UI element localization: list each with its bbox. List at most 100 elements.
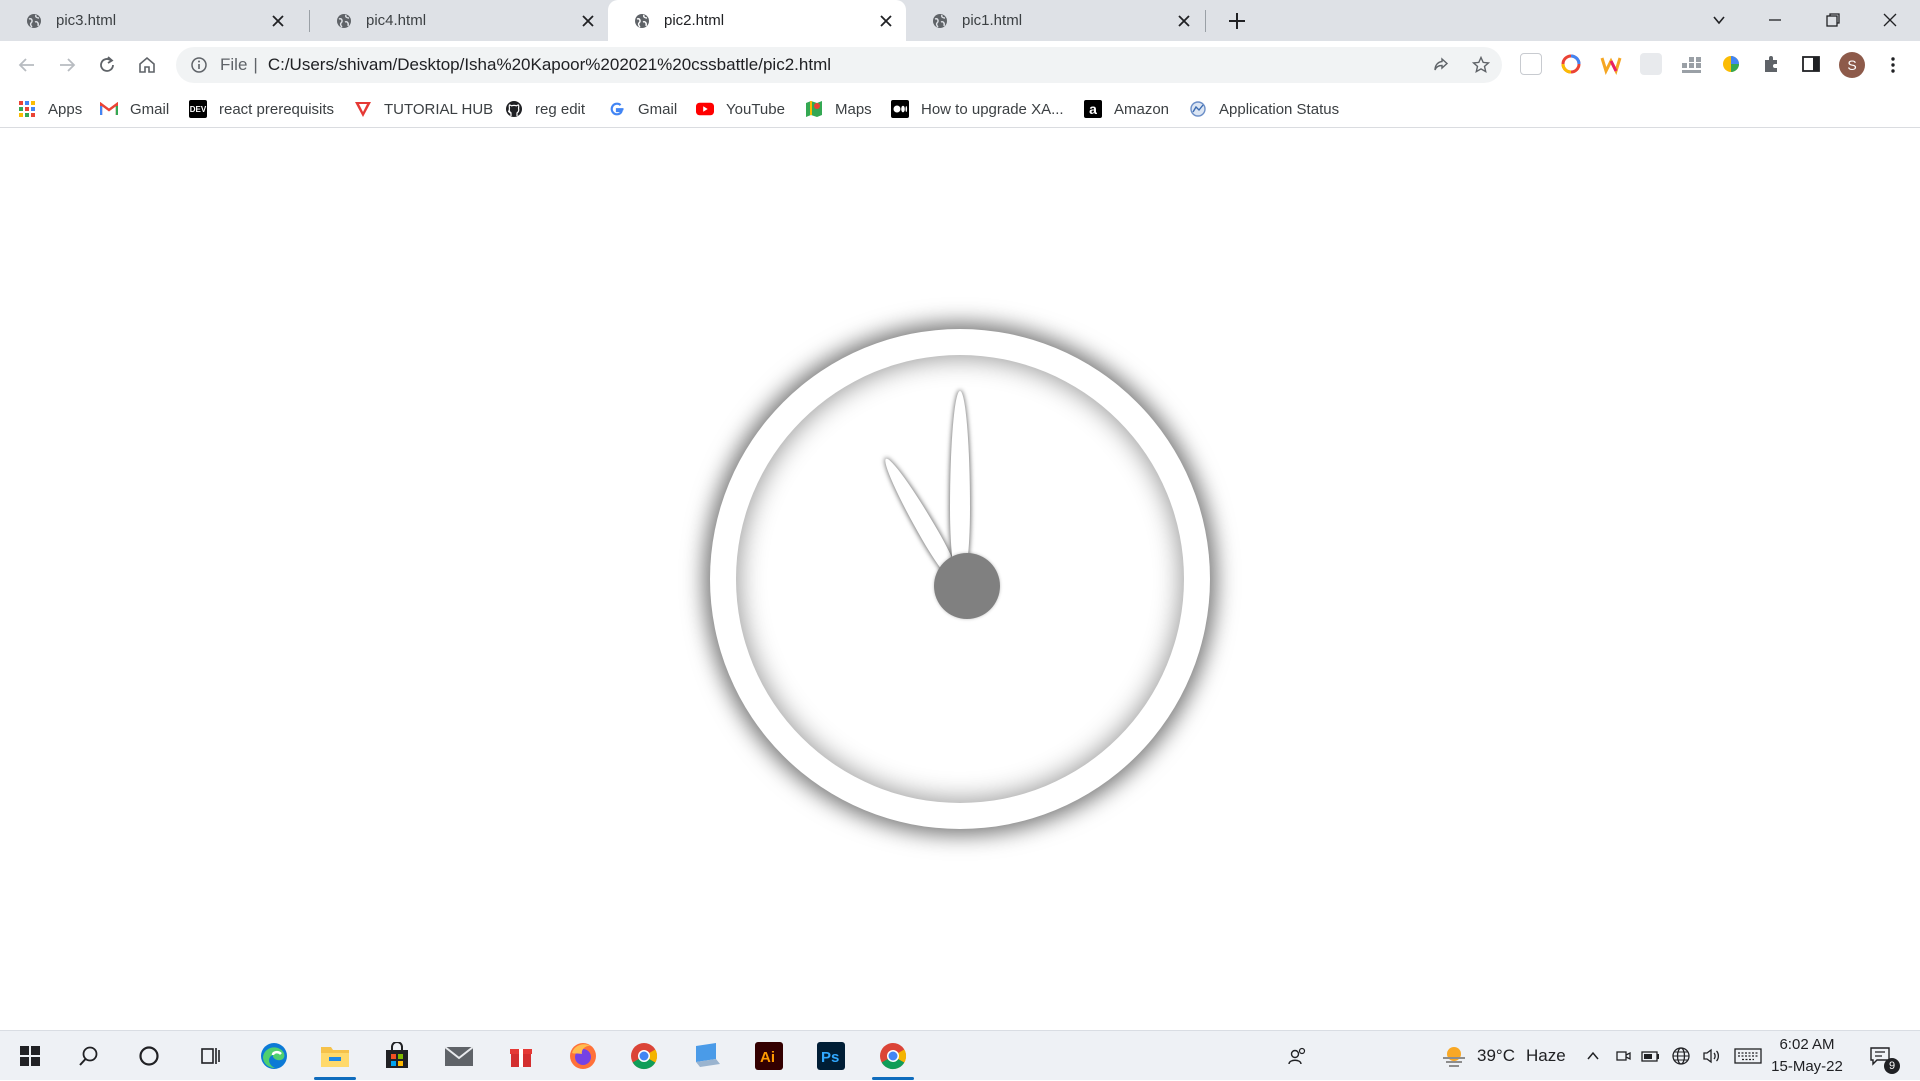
mail-icon[interactable]	[434, 1031, 484, 1081]
task-view-icon[interactable]	[185, 1031, 235, 1081]
network-globe-icon[interactable]	[1669, 1044, 1693, 1068]
search-icon[interactable]	[64, 1031, 114, 1081]
adobe-illustrator-icon[interactable]: Ai	[744, 1031, 794, 1081]
notification-count-badge: 9	[1884, 1058, 1900, 1074]
svg-text:Ai: Ai	[760, 1049, 775, 1066]
share-icon[interactable]	[1428, 52, 1454, 78]
weather-temperature[interactable]: 39°C	[1477, 1046, 1515, 1066]
bookmark-how-to-upgrade[interactable]: How to upgrade XA...	[891, 98, 1064, 120]
github-icon	[505, 100, 523, 118]
new-tab-plus-icon[interactable]	[1224, 8, 1250, 34]
people-icon[interactable]	[1286, 1044, 1310, 1068]
bookmark-react-prerequisits[interactable]: DEV react prerequisits	[189, 98, 334, 120]
tab-title: pic1.html	[962, 12, 1023, 29]
bookmark-application-status[interactable]: Application Status	[1189, 98, 1339, 120]
globe-icon	[27, 13, 41, 28]
bookmark-amazon[interactable]: a Amazon	[1084, 98, 1169, 120]
file-explorer-icon[interactable]	[310, 1031, 360, 1081]
weather-haze-icon[interactable]	[1440, 1044, 1468, 1068]
edge-browser-icon[interactable]	[249, 1031, 299, 1081]
side-panel-icon[interactable]	[1800, 53, 1822, 75]
tab-strip: pic3.html pic4.html pic2.html pic1.html	[0, 0, 1920, 41]
windows-start-icon[interactable]	[5, 1031, 55, 1081]
info-icon[interactable]	[190, 56, 208, 74]
globe-icon	[337, 13, 351, 28]
microsoft-store-icon[interactable]	[372, 1031, 422, 1081]
bookmark-apps[interactable]: Apps	[18, 98, 82, 120]
globe-icon	[933, 13, 947, 28]
bookmark-gmail[interactable]: Gmail	[100, 98, 169, 120]
meet-now-icon[interactable]	[1611, 1044, 1635, 1068]
extension-blank-icon[interactable]	[1640, 53, 1662, 75]
google-icon	[608, 100, 626, 118]
bookmark-youtube[interactable]: YouTube	[696, 98, 785, 120]
taskbar-date[interactable]: 15-May-22	[1770, 1058, 1844, 1075]
minimize-icon[interactable]	[1755, 4, 1795, 36]
more-vertical-icon[interactable]	[1880, 52, 1906, 78]
tab-pic4[interactable]: pic4.html	[310, 0, 608, 41]
clock-center-hub	[934, 553, 1000, 619]
close-icon[interactable]	[580, 13, 596, 29]
close-icon[interactable]	[878, 13, 894, 29]
chevron-up-icon[interactable]	[1581, 1044, 1605, 1068]
apps-grid-icon	[18, 100, 36, 118]
tab-pic3[interactable]: pic3.html	[0, 0, 298, 41]
bookmark-tutorial-hub[interactable]: TUTORIAL HUB	[354, 98, 493, 120]
bookmark-maps[interactable]: Maps	[805, 98, 872, 120]
amazon-icon: a	[1084, 100, 1102, 118]
tab-pic1[interactable]: pic1.html	[906, 0, 1204, 41]
tutorial-hub-icon	[354, 100, 372, 118]
close-window-icon[interactable]	[1870, 4, 1910, 36]
forward-arrow-icon[interactable]	[54, 52, 80, 78]
application-status-icon	[1189, 100, 1207, 118]
browser-toolbar: File | C:/Users/shivam/Desktop/Isha%20Ka…	[0, 41, 1920, 89]
remote-desktop-icon[interactable]	[682, 1031, 732, 1081]
back-arrow-icon[interactable]	[14, 52, 40, 78]
bookmarks-bar: Apps Gmail DEV react prerequisits TUTORI…	[0, 89, 1920, 128]
svg-text:Ps: Ps	[821, 1049, 839, 1066]
extension-w-icon[interactable]	[1600, 53, 1622, 76]
clock-face-outer-ring	[710, 329, 1210, 829]
tab-title: pic4.html	[366, 12, 427, 29]
url-text[interactable]: C:/Users/shivam/Desktop/Isha%20Kapoor%20…	[268, 55, 831, 75]
chrome-running-icon[interactable]	[868, 1031, 918, 1081]
extension-pocket-icon[interactable]	[1520, 53, 1542, 75]
bookmark-star-icon[interactable]	[1468, 52, 1494, 78]
gmail-icon	[100, 100, 118, 118]
tab-title: pic2.html	[664, 12, 725, 29]
bookmark-label: react prerequisits	[219, 100, 335, 118]
keyboard-icon[interactable]	[1733, 1044, 1763, 1068]
bookmark-label: TUTORIAL HUB	[384, 100, 494, 118]
battery-icon[interactable]	[1639, 1044, 1663, 1068]
close-icon[interactable]	[270, 13, 286, 29]
gift-app-icon[interactable]	[496, 1031, 546, 1081]
tab-pic2[interactable]: pic2.html	[608, 0, 906, 41]
bookmark-label: Gmail	[638, 100, 678, 118]
profile-avatar[interactable]: S	[1839, 52, 1865, 78]
bookmark-gmail-google[interactable]: Gmail	[608, 98, 677, 120]
globe-icon	[635, 13, 649, 28]
taskbar-time[interactable]: 6:02 AM	[1774, 1036, 1840, 1053]
volume-icon[interactable]	[1699, 1044, 1723, 1068]
close-icon[interactable]	[1176, 13, 1192, 29]
browser-window: pic3.html pic4.html pic2.html pic1.html	[0, 0, 1920, 1030]
address-bar[interactable]: File | C:/Users/shivam/Desktop/Isha%20Ka…	[176, 47, 1502, 83]
reload-icon[interactable]	[94, 52, 120, 78]
bookmark-label: Gmail	[130, 100, 170, 118]
weather-condition[interactable]: Haze	[1526, 1046, 1566, 1066]
url-separator: |	[253, 55, 258, 74]
extension-color-icon[interactable]	[1720, 53, 1742, 75]
photoshop-icon[interactable]: Ps	[806, 1031, 856, 1081]
home-icon[interactable]	[134, 52, 160, 78]
chrome-icon[interactable]	[619, 1031, 669, 1081]
extensions-puzzle-icon[interactable]	[1760, 53, 1782, 75]
extension-grid-icon[interactable]	[1680, 53, 1702, 75]
bookmark-reg-edit[interactable]: reg edit	[505, 98, 585, 120]
firefox-icon[interactable]	[558, 1031, 608, 1081]
extension-grammar-icon[interactable]	[1560, 53, 1582, 75]
tab-search-chevron-icon[interactable]	[1699, 4, 1739, 36]
restore-icon[interactable]	[1813, 4, 1853, 36]
cortana-icon[interactable]	[124, 1031, 174, 1081]
dev-icon: DEV	[189, 100, 207, 118]
bookmark-label: Amazon	[1114, 100, 1170, 118]
